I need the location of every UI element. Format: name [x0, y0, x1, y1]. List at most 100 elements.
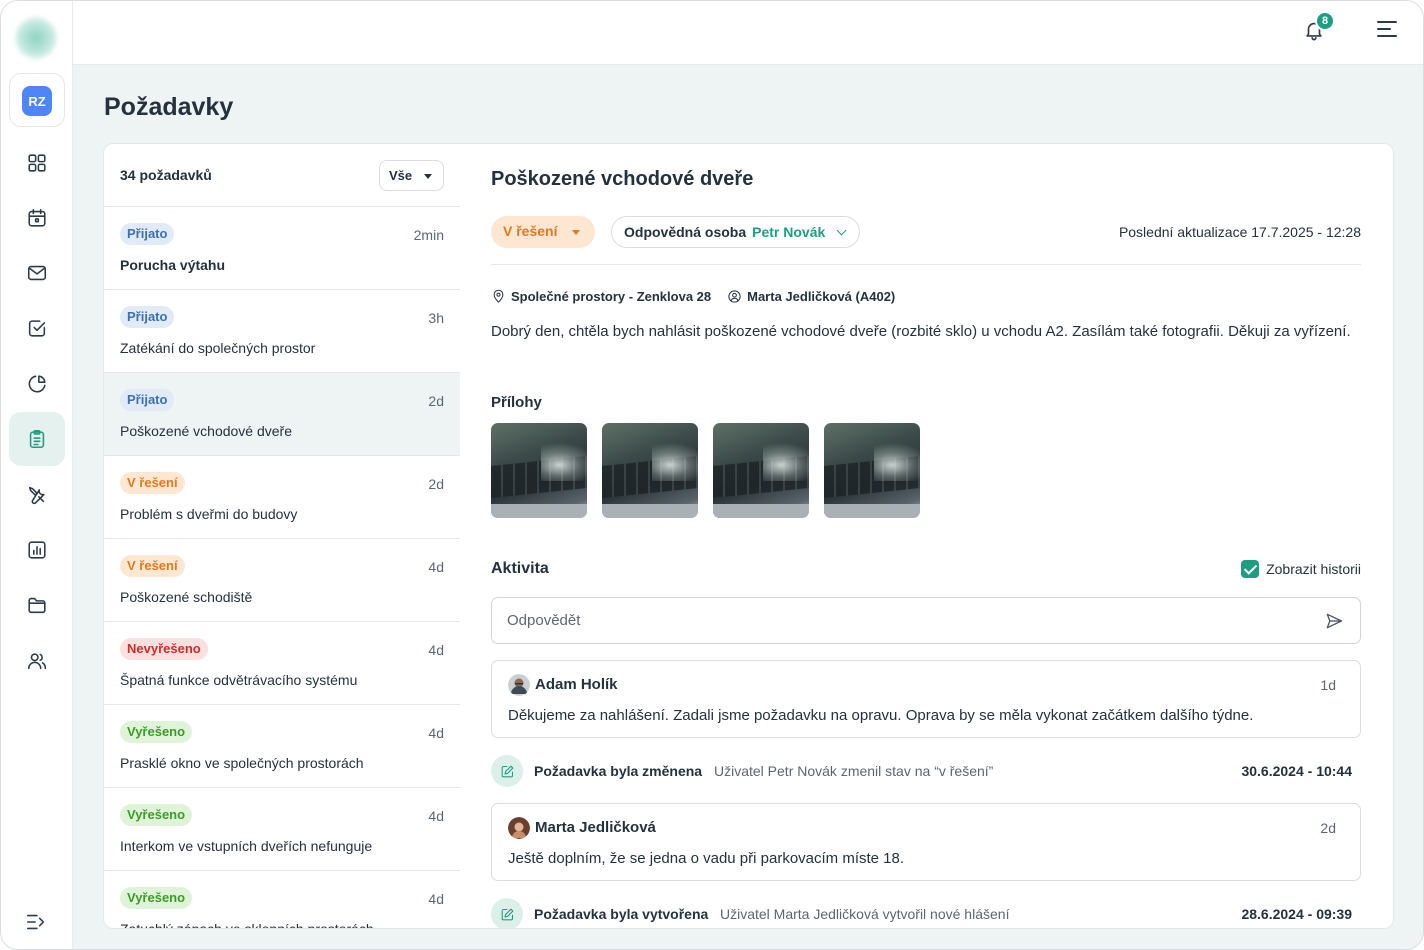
- clipboard-icon: [29, 429, 45, 449]
- attachment-thumbnail[interactable]: [713, 423, 809, 518]
- activity-event: Požadavka byla změnena Uživatel Petr Nov…: [491, 755, 1361, 787]
- sidebar-item-tasks[interactable]: [9, 301, 65, 355]
- responsible-person-name: Petr Novák: [752, 224, 826, 240]
- request-list-item[interactable]: V řešení 4d Poškozené schodiště: [104, 539, 460, 622]
- event-description: Uživatel Petr Novák zmenil stav na “v ře…: [714, 763, 994, 779]
- request-title: Interkom ve vstupních dveřích nefunguje: [120, 838, 373, 854]
- event-date: 30.6.2024 - 10:44: [1241, 763, 1352, 779]
- sidebar-item-residents[interactable]: [9, 634, 65, 688]
- app-logo[interactable]: [15, 17, 57, 59]
- request-list-item[interactable]: Vyřešeno 4d Interkom ve vstupních dveřích …: [104, 788, 460, 871]
- show-history-label: Zobrazit historii: [1266, 561, 1361, 577]
- event-title: Požadavka byla změnena: [534, 763, 703, 779]
- topbar: 8: [73, 1, 1423, 65]
- request-title: Porucha výtahu: [120, 257, 226, 273]
- event-description: Uživatel Marta Jedličková vytvořil nové …: [720, 906, 1010, 922]
- sidebar-item-requests[interactable]: [9, 412, 65, 466]
- comment-text: Ještě doplním, že se jedna o vadu při pa…: [508, 850, 905, 867]
- comment-time: 2d: [1320, 820, 1336, 836]
- request-title: Poškozené vchodové dveře: [491, 168, 754, 190]
- sidebar-item-statistics[interactable]: [9, 357, 65, 411]
- notification-count-badge: 8: [1315, 11, 1335, 31]
- edit-icon: [491, 755, 523, 787]
- last-update: Poslední aktualizace 17.7.2025 - 12:28: [1118, 224, 1361, 240]
- status-dropdown[interactable]: V řešení: [491, 216, 595, 248]
- request-list-item[interactable]: V řešení 2d Problém s dveřmi do budovy: [104, 456, 460, 539]
- avatar: [508, 674, 530, 696]
- request-location: Společné prostory - Zenklova 28: [511, 289, 712, 304]
- request-age: 2min: [413, 227, 444, 243]
- status-badge: Vyřešeno: [120, 804, 193, 826]
- page-title: Požadavky: [104, 93, 234, 121]
- reply-box: [491, 597, 1361, 644]
- comment-text: Děkujeme za nahlášení. Zadali jsme požad…: [508, 707, 1254, 724]
- activity-heading: Aktivita: [491, 560, 549, 577]
- bar-chart-icon: [28, 541, 46, 559]
- sidebar-item-calendar[interactable]: [9, 191, 65, 245]
- status-badge: V řešení: [120, 555, 185, 577]
- status-badge: Přijato: [120, 389, 175, 411]
- tasks-icon: [28, 320, 46, 337]
- request-count: 34 požadavků: [120, 167, 212, 183]
- caret-down-icon: [572, 230, 580, 235]
- attachment-thumbnail[interactable]: [824, 423, 920, 518]
- request-title: Špatná funkce odvětrávacího systému: [120, 672, 358, 688]
- request-title: Poškozené schodiště: [120, 589, 253, 605]
- filter-label: Vše: [389, 168, 413, 183]
- request-age: 4d: [428, 642, 444, 658]
- status-filter-dropdown[interactable]: Vše: [379, 160, 444, 191]
- request-age: 2d: [428, 476, 444, 492]
- request-meta: Společné prostory - Zenklova 28 Marta Je…: [491, 289, 895, 304]
- comment: Adam Holík 1d Děkujeme za nahlášení. Zad…: [491, 660, 1361, 738]
- request-list-item[interactable]: Vyřešeno 4d Zatuchlý zápach ve sklepních p…: [104, 871, 460, 928]
- request-list-item[interactable]: Nevyřešeno 4d Špatná funkce odvětrávacího …: [104, 622, 460, 705]
- dashboard-icon: [28, 154, 46, 172]
- send-button[interactable]: [1324, 611, 1344, 631]
- sidebar-item-messages[interactable]: [9, 246, 65, 300]
- reply-input[interactable]: [492, 598, 1312, 643]
- request-title: Poškozené vchodové dveře: [120, 423, 292, 439]
- comment-author: Adam Holík: [535, 676, 618, 693]
- folder-icon: [28, 597, 46, 614]
- event-title: Požadavka byla vytvořena: [534, 906, 709, 922]
- status-badge: Vyřešeno: [120, 887, 193, 909]
- tools-icon: [28, 486, 45, 505]
- notifications-button[interactable]: 8: [1303, 11, 1335, 45]
- attachments-gallery: [491, 423, 920, 518]
- comment-author: Marta Jedličková: [535, 819, 656, 836]
- responsible-person-dropdown[interactable]: Odpovědná osoba Petr Novák: [611, 216, 860, 248]
- user-switcher[interactable]: RZ: [9, 73, 65, 127]
- request-title: Problém s dveřmi do budovy: [120, 506, 298, 522]
- divider: [491, 264, 1361, 265]
- sidebar-item-dashboard[interactable]: [9, 136, 65, 190]
- sidebar-item-reports[interactable]: [9, 523, 65, 577]
- attachment-thumbnail[interactable]: [602, 423, 698, 518]
- event-date: 28.6.2024 - 09:39: [1241, 906, 1352, 922]
- sidebar-item-documents[interactable]: [9, 578, 65, 632]
- status-badge: V řešení: [120, 472, 185, 494]
- collapse-sidebar-icon: [26, 914, 45, 930]
- show-history-toggle[interactable]: Zobrazit historii: [1241, 560, 1361, 578]
- sidebar-item-maintenance[interactable]: [9, 468, 65, 522]
- status-badge: Přijato: [120, 223, 175, 245]
- status-badge: Vyřešeno: [120, 721, 193, 743]
- request-age: 4d: [428, 891, 444, 907]
- request-age: 2d: [428, 393, 444, 409]
- menu-icon-line: [1377, 35, 1397, 37]
- request-list-item[interactable]: Přijato 3h Zatékání do společných prostor: [104, 290, 460, 373]
- avatar: [508, 817, 530, 839]
- request-list-item[interactable]: Přijato 2min Porucha výtahu: [104, 207, 460, 290]
- menu-icon-line: [1377, 28, 1391, 30]
- attachment-thumbnail[interactable]: [491, 423, 587, 518]
- activity-event: Požadavka byla vytvořena Uživatel Marta …: [491, 898, 1361, 928]
- mail-icon: [27, 265, 47, 281]
- collapse-sidebar-button[interactable]: [25, 911, 47, 933]
- pie-chart-icon: [28, 375, 46, 393]
- calendar-icon: [28, 208, 46, 227]
- main-menu-button[interactable]: [1377, 21, 1401, 45]
- request-list-item[interactable]: Vyřešeno 4d Prasklé okno ve společných pro…: [104, 705, 460, 788]
- request-list-item[interactable]: Přijato 2d Poškozené vchodové dveře: [104, 373, 460, 456]
- menu-icon: [1377, 21, 1397, 23]
- show-history-checkbox[interactable]: [1241, 560, 1260, 578]
- request-age: 3h: [428, 310, 444, 326]
